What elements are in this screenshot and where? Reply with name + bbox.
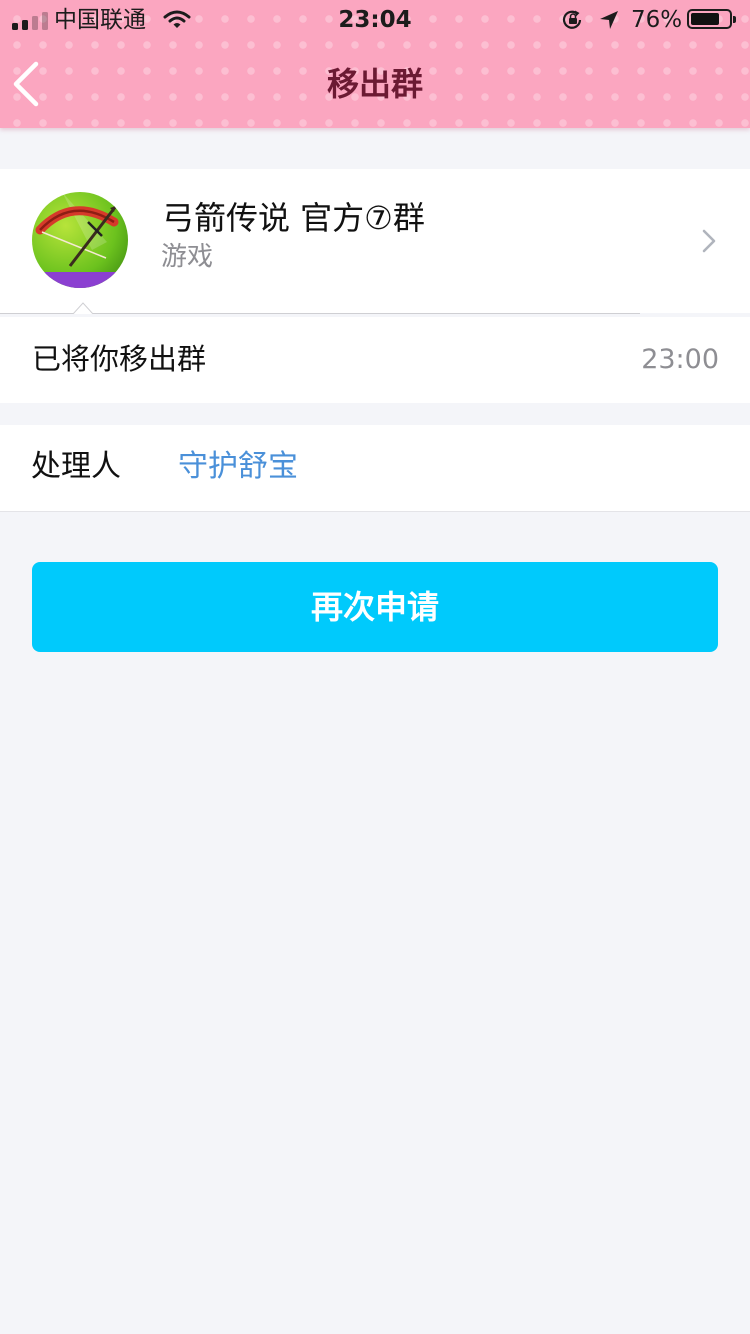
group-name: 弓箭传说 官方⑦群 [162, 199, 425, 237]
page-title: 移出群 [326, 65, 423, 103]
battery-percent: 76% [631, 7, 683, 33]
rotation-lock-icon [561, 9, 585, 35]
handler-label: 处理人 [31, 449, 121, 484]
reapply-button[interactable]: 再次申请 [32, 562, 718, 652]
battery-fill [691, 13, 719, 25]
navigation-bar: 中国联通 23:04 76% 移出群 [0, 0, 750, 128]
group-info-card[interactable]: 弓箭传说 官方⑦群 游戏 [0, 169, 750, 313]
group-category: 游戏 [161, 242, 214, 272]
chevron-right-icon [701, 228, 717, 258]
battery-icon [687, 9, 736, 29]
notification-row: 已将你移出群 23:00 [0, 317, 750, 403]
location-arrow-icon [598, 9, 620, 35]
notification-text: 已将你移出群 [32, 342, 207, 376]
status-bar: 中国联通 23:04 76% [0, 0, 750, 40]
notification-time: 23:00 [641, 344, 719, 375]
group-avatar[interactable] [32, 192, 128, 288]
handler-name-link[interactable]: 守护舒宝 [178, 447, 298, 487]
divider [0, 313, 640, 314]
handler-row: 处理人 守护舒宝 [0, 425, 750, 512]
pointer-notch [73, 302, 93, 314]
